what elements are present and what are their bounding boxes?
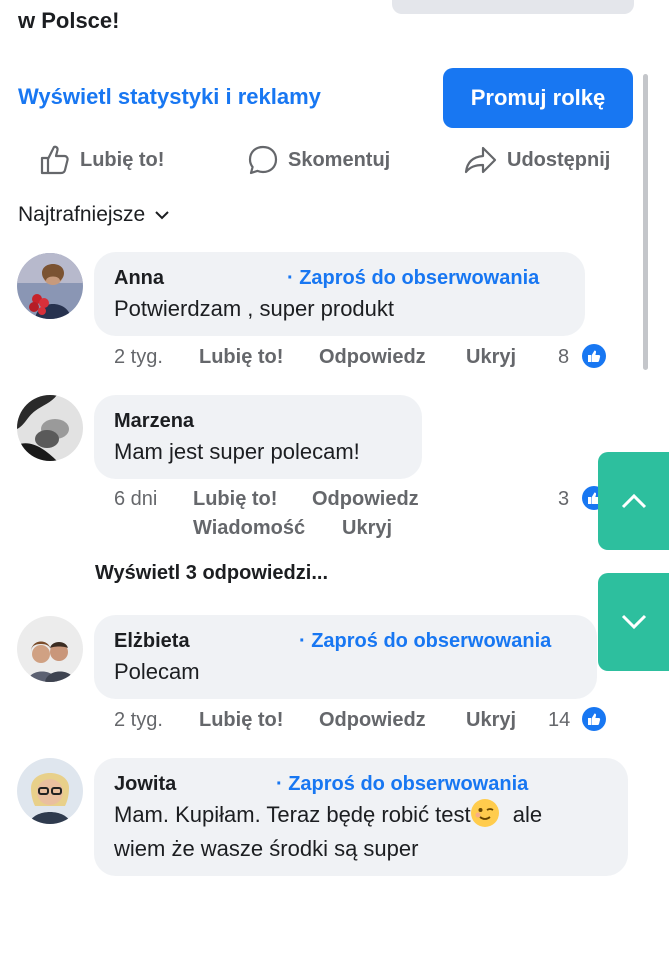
comment-action-label: Skomentuj xyxy=(288,148,391,171)
view-replies-link[interactable]: Wyświetl 3 odpowiedzi... xyxy=(95,562,328,585)
share-action-button[interactable]: Udostępnij xyxy=(463,140,610,180)
chevron-up-icon xyxy=(621,493,646,509)
chevron-down-icon xyxy=(155,211,169,220)
comment-time[interactable]: 6 dni xyxy=(114,488,157,511)
post-top-button[interactable] xyxy=(392,0,634,14)
comment-text: Polecam xyxy=(114,659,200,684)
reaction-count[interactable]: 8 xyxy=(558,346,569,369)
comment-text-line-2: wiem że wasze środki są super xyxy=(114,836,419,861)
comment-author[interactable]: Marzena xyxy=(114,410,194,433)
comment-action-button[interactable]: Skomentuj xyxy=(246,140,390,180)
comment-text: Potwierdzam , super produkt xyxy=(114,296,395,321)
scroll-up-button[interactable] xyxy=(598,452,669,550)
comment-like-button[interactable]: Lubię to! xyxy=(193,488,277,511)
comment-hide-button[interactable]: Ukryj xyxy=(466,709,516,732)
scroll-down-button[interactable] xyxy=(598,573,669,671)
wink-emoji-icon xyxy=(470,799,499,827)
comment-text-part: ale xyxy=(512,802,543,827)
like-badge-icon xyxy=(582,344,606,368)
comment-like-button[interactable]: Lubię to! xyxy=(199,346,283,369)
comment-hide-button[interactable]: Ukryj xyxy=(466,346,516,369)
invite-to-follow-link[interactable]: · Zaproś do obserwowania xyxy=(299,630,551,653)
comment-time[interactable]: 2 tyg. xyxy=(114,346,163,369)
comment-like-button[interactable]: Lubię to! xyxy=(199,709,283,732)
like-action-button[interactable]: Lubię to! xyxy=(38,140,164,180)
comment-text-part: Mam. Kupiłam. Teraz będę robić test xyxy=(114,802,471,827)
comment-text: Mam jest super polecam! xyxy=(114,439,360,464)
avatar-elzbieta[interactable] xyxy=(17,616,83,682)
comment-reply-button[interactable]: Odpowiedz xyxy=(312,488,419,511)
promote-reel-button[interactable]: Promuj rolkę xyxy=(443,68,633,128)
share-action-label: Udostępnij xyxy=(507,148,611,171)
avatar-image xyxy=(17,758,83,824)
like-badge-icon xyxy=(582,707,606,731)
comment-author[interactable]: Elżbieta xyxy=(114,630,190,653)
comment-time[interactable]: 2 tyg. xyxy=(114,709,163,732)
avatar-image xyxy=(17,616,83,682)
comment-hide-button[interactable]: Ukryj xyxy=(342,517,392,540)
share-icon xyxy=(464,146,497,174)
avatar-image xyxy=(17,395,83,461)
comment-author[interactable]: Anna xyxy=(114,267,164,290)
scrollbar[interactable] xyxy=(643,74,648,370)
comment-reply-button[interactable]: Odpowiedz xyxy=(319,709,426,732)
thumbs-up-icon xyxy=(40,145,69,175)
avatar-marzena[interactable] xyxy=(17,395,83,461)
avatar-image xyxy=(17,253,83,319)
reaction-count[interactable]: 14 xyxy=(548,709,570,732)
avatar-anna[interactable] xyxy=(17,253,83,319)
like-action-label: Lubię to! xyxy=(80,148,165,171)
comment-feed: w Polsce! Wyświetl statystyki i reklamy … xyxy=(0,0,669,876)
reaction-count[interactable]: 3 xyxy=(558,488,569,511)
post-actions-bar: Lubię to! Skomentuj Udostępnij xyxy=(0,140,669,180)
invite-to-follow-link[interactable]: · Zaproś do obserwowania xyxy=(287,267,539,290)
sort-label: Najtrafniejsze xyxy=(18,203,146,226)
comment-reply-button[interactable]: Odpowiedz xyxy=(319,346,426,369)
comment-icon xyxy=(248,145,278,175)
chevron-down-icon xyxy=(621,614,646,630)
avatar-jowita[interactable] xyxy=(17,758,83,824)
comment-message-button[interactable]: Wiadomość xyxy=(193,517,305,540)
sort-dropdown[interactable]: Najtrafniejsze xyxy=(18,203,171,227)
stats-and-ads-link[interactable]: Wyświetl statystyki i reklamy xyxy=(18,84,321,110)
invite-to-follow-link[interactable]: · Zaproś do obserwowania xyxy=(276,773,528,796)
comment-text-line-1: Mam. Kupiłam. Teraz będę robić test ale xyxy=(114,798,542,832)
comment-author[interactable]: Jowita xyxy=(114,773,176,796)
post-text: w Polsce! xyxy=(18,8,120,33)
